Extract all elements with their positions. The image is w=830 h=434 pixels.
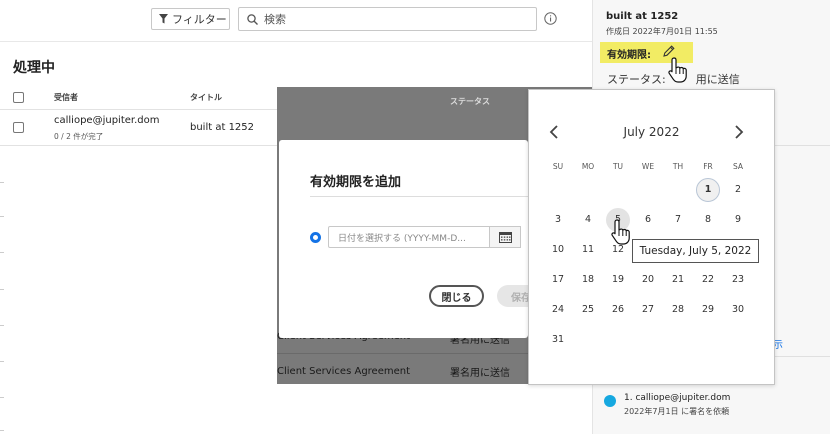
calendar-day[interactable]: 1 — [696, 178, 720, 202]
row-tick — [0, 361, 4, 362]
calendar-day[interactable]: 20 — [636, 268, 660, 292]
calendar-day[interactable]: 9 — [726, 208, 750, 232]
row-recipient[interactable]: calliope@jupiter.dom — [54, 115, 159, 126]
row-progress: 0 / 2 件が完了 — [54, 132, 104, 141]
signer-avatar — [604, 395, 616, 407]
search-input[interactable]: 検索 — [238, 7, 537, 31]
covered-row-status: 署名用に送信 — [450, 368, 510, 379]
chevron-right-icon[interactable] — [731, 124, 745, 140]
details-created: 作成日 2022年7月01日 11:55 — [606, 27, 718, 36]
row-tick — [0, 216, 4, 217]
calendar-day[interactable]: 31 — [546, 328, 570, 352]
column-header-recipient[interactable]: 受信者 — [54, 92, 78, 103]
weekday-label: TU — [612, 162, 624, 171]
calendar-day[interactable]: 11 — [576, 238, 600, 262]
info-icon[interactable] — [544, 12, 557, 25]
weekday-label: SU — [552, 162, 564, 171]
calendar-day[interactable]: 17 — [546, 268, 570, 292]
calendar-day[interactable]: 8 — [696, 208, 720, 232]
dialog-title: 有効期限を追加 — [310, 175, 402, 190]
hand-cursor-icon — [668, 57, 687, 83]
dialog-divider — [310, 196, 528, 197]
row-tick — [0, 252, 4, 253]
weekday-label: TH — [672, 162, 684, 171]
calendar-button[interactable] — [489, 226, 521, 248]
row-divider — [277, 353, 528, 354]
calendar-day[interactable]: 10 — [546, 238, 570, 262]
calendar-day[interactable]: 4 — [576, 208, 600, 232]
calendar-day[interactable]: 18 — [576, 268, 600, 292]
status-value: 用に送信 — [695, 73, 740, 86]
row-tick — [0, 182, 4, 183]
row-tick — [0, 430, 4, 431]
signer-detail: 2022年7月1日 に署名を依頼 — [624, 407, 730, 416]
calendar-day[interactable]: 27 — [636, 298, 660, 322]
covered-row-title: Client Services Agreement — [277, 366, 411, 377]
calendar-day[interactable]: 6 — [636, 208, 660, 232]
column-header-status: ステータス — [450, 97, 490, 106]
calendar-day[interactable]: 22 — [696, 268, 720, 292]
details-title: built at 1252 — [606, 11, 679, 22]
calendar-day[interactable]: 29 — [696, 298, 720, 322]
row-tick — [0, 325, 4, 326]
filter-button[interactable]: フィルター — [151, 8, 230, 30]
search-placeholder: 検索 — [264, 13, 286, 26]
expiry-label: 有効期限: — [607, 50, 651, 61]
calendar-day[interactable]: 28 — [666, 298, 690, 322]
date-input[interactable]: 日付を選択する (YYYY-MM-D... — [328, 226, 490, 248]
funnel-icon — [159, 14, 168, 24]
weekday-label: WE — [641, 162, 655, 171]
header-divider — [0, 109, 277, 110]
calendar-day[interactable]: 23 — [726, 268, 750, 292]
calendar-day[interactable]: 26 — [606, 298, 630, 322]
page-title: 処理中 — [13, 60, 55, 76]
row-divider — [0, 145, 277, 146]
date-radio[interactable] — [310, 232, 321, 243]
calendar-day[interactable]: 21 — [666, 268, 690, 292]
calendar-day[interactable]: 7 — [666, 208, 690, 232]
calendar-day[interactable]: 3 — [546, 208, 570, 232]
search-icon — [247, 13, 258, 25]
column-header-title[interactable]: タイトル — [190, 92, 222, 103]
toolbar-divider — [0, 41, 592, 42]
row-checkbox[interactable] — [13, 122, 24, 133]
select-all-checkbox[interactable] — [13, 92, 24, 103]
status-prefix: ステータス: — [607, 73, 666, 86]
close-button[interactable]: 閉じる — [429, 285, 484, 307]
weekday-label: FR — [703, 162, 713, 171]
row-tick — [0, 289, 4, 290]
hand-cursor-icon — [611, 219, 630, 245]
calendar-day[interactable]: 19 — [606, 268, 630, 292]
calendar-day[interactable]: 24 — [546, 298, 570, 322]
calendar-icon — [498, 232, 512, 243]
weekday-label: SA — [732, 162, 744, 171]
calendar-day[interactable]: 30 — [726, 298, 750, 322]
calendar-day[interactable]: 2 — [726, 178, 750, 202]
calendar-day[interactable]: 25 — [576, 298, 600, 322]
filter-label: フィルター — [172, 13, 227, 26]
weekday-label: MO — [581, 162, 595, 171]
signer-name: 1. calliope@jupiter.dom — [624, 393, 731, 403]
row-tick — [0, 397, 4, 398]
row-title[interactable]: built at 1252 — [190, 122, 254, 133]
date-tooltip: Tuesday, July 5, 2022 — [632, 239, 759, 263]
